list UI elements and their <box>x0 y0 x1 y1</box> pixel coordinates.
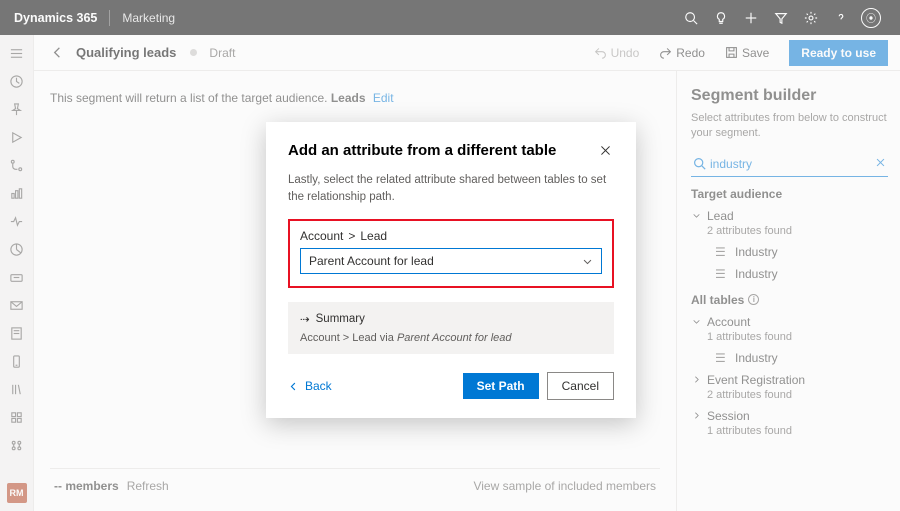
close-icon[interactable] <box>597 142 614 164</box>
path-icon: ⇢ <box>300 312 310 326</box>
dialog-title: Add an attribute from a different table <box>288 142 597 159</box>
dialog-description: Lastly, select the related attribute sha… <box>288 172 614 205</box>
dialog-back-button[interactable]: Back <box>288 379 332 393</box>
relationship-dropdown[interactable]: Parent Account for lead <box>300 248 602 274</box>
set-path-button[interactable]: Set Path <box>463 373 539 399</box>
relationship-path-section: Account>Lead Parent Account for lead <box>288 219 614 288</box>
add-attribute-dialog: Add an attribute from a different table … <box>266 122 636 418</box>
summary-card: ⇢Summary Account > Lead via Parent Accou… <box>288 302 614 354</box>
breadcrumb: Account>Lead <box>300 229 602 243</box>
chevron-down-icon <box>582 256 593 267</box>
cancel-button[interactable]: Cancel <box>547 372 614 400</box>
